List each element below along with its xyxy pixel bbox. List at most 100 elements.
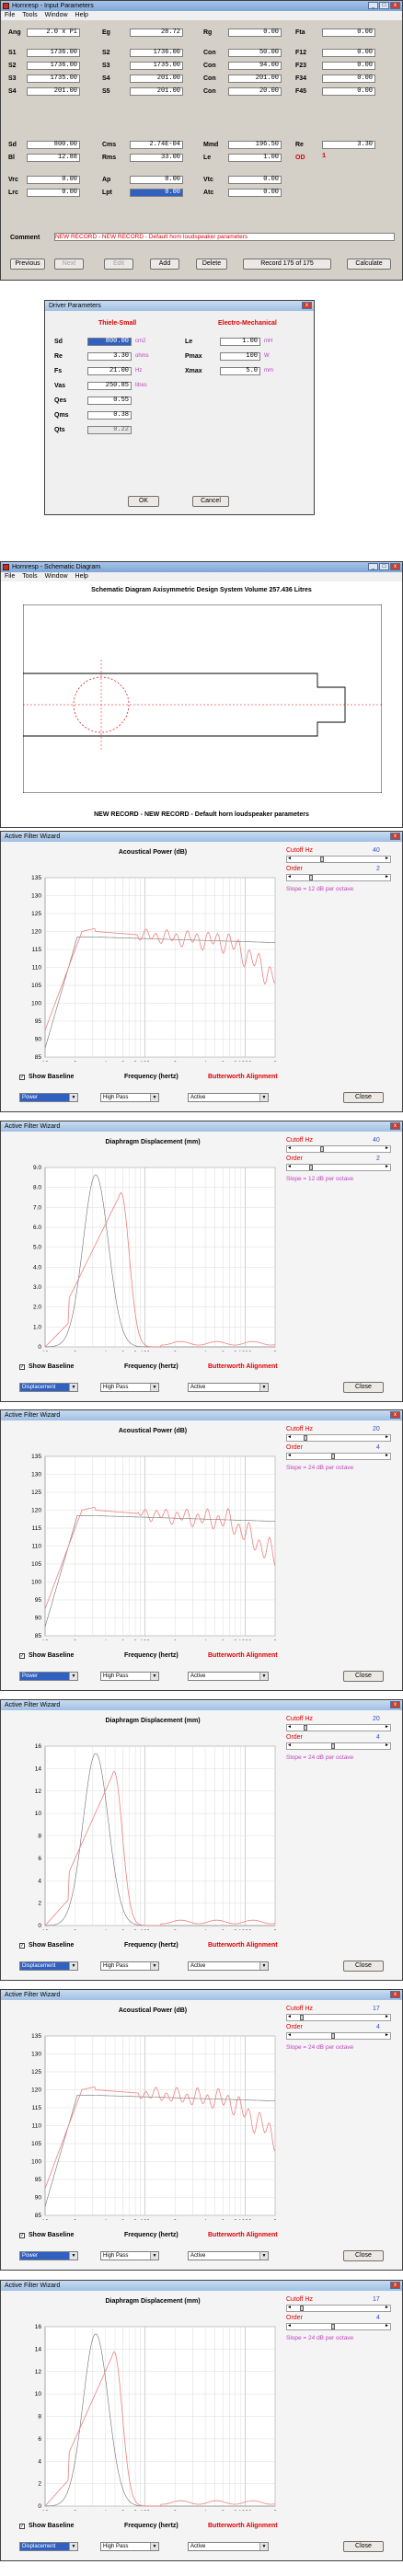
param-field-s2[interactable]: 1736.00 — [130, 49, 183, 57]
active-select[interactable]: Active ▼ — [188, 2251, 269, 2260]
close-button[interactable]: Close — [343, 1671, 384, 1682]
close-icon[interactable]: x — [390, 1991, 400, 1998]
driver-field-xmax[interactable]: 5.0 — [220, 367, 260, 375]
order-slider[interactable]: ◄ ► — [286, 1164, 391, 1171]
pass-select[interactable]: High Pass ▼ — [100, 1093, 159, 1102]
menu-window[interactable]: Window — [45, 572, 68, 581]
close-icon[interactable]: x — [390, 1701, 400, 1708]
menu-help[interactable]: Help — [75, 572, 88, 581]
param-field-s4[interactable]: 201.00 — [27, 87, 80, 96]
mode-select[interactable]: Power ▼ — [19, 2251, 78, 2260]
cutoff-slider[interactable]: ◄ ► — [286, 2305, 391, 2312]
active-select[interactable]: Active ▼ — [188, 1961, 269, 1971]
param-field-od[interactable]: 1 — [322, 154, 375, 162]
pass-select[interactable]: High Pass ▼ — [100, 2542, 159, 2551]
previous-button[interactable]: Previous — [10, 259, 45, 270]
close-button[interactable]: Close — [343, 2541, 384, 2552]
show-baseline-checkbox[interactable]: ✓ — [19, 1364, 25, 1370]
driver-field-qes[interactable]: 0.55 — [87, 397, 132, 405]
order-slider[interactable]: ◄ ► — [286, 1453, 391, 1460]
param-field-atc[interactable]: 0.00 — [228, 189, 282, 197]
pass-select[interactable]: High Pass ▼ — [100, 1383, 159, 1392]
param-field-s2[interactable]: 1736.00 — [27, 62, 80, 70]
param-field-le[interactable]: 1.00 — [228, 154, 282, 162]
driver-field-fs[interactable]: 21.00 — [87, 367, 132, 375]
param-field-s4[interactable]: 201.00 — [130, 75, 183, 83]
param-field-rg[interactable]: 0.00 — [228, 29, 282, 37]
param-field-con[interactable]: 50.00 — [228, 49, 282, 57]
param-field-bl[interactable]: 12.88 — [27, 154, 80, 162]
order-slider[interactable]: ◄ ► — [286, 1742, 391, 1750]
param-field-rms[interactable]: 33.00 — [130, 154, 183, 162]
maximize-icon[interactable]: □ — [379, 2, 389, 9]
param-field-sd[interactable]: 800.00 — [27, 141, 80, 149]
param-field-mmd[interactable]: 196.50 — [228, 141, 282, 149]
param-field-ang[interactable]: 2.0 x Pi — [27, 29, 80, 37]
mode-select[interactable]: Displacement ▼ — [19, 2542, 78, 2551]
param-field-s3[interactable]: 1735.00 — [130, 62, 183, 70]
close-button[interactable]: Close — [343, 1382, 384, 1393]
param-field-lrc[interactable]: 0.00 — [27, 189, 80, 197]
param-field-eg[interactable]: 28.72 — [130, 29, 183, 37]
driver-field-sd[interactable]: 800.00 — [87, 338, 132, 346]
cutoff-slider[interactable]: ◄ ► — [286, 1145, 391, 1153]
close-icon[interactable]: x — [390, 2282, 400, 2289]
driver-field-vas[interactable]: 250.85 — [87, 382, 132, 390]
minimize-icon[interactable]: _ — [368, 2, 378, 9]
menu-file[interactable]: File — [5, 572, 15, 581]
menu-window[interactable]: Window — [45, 11, 68, 20]
cutoff-slider[interactable]: ◄ ► — [286, 1724, 391, 1731]
order-slider[interactable]: ◄ ► — [286, 2323, 391, 2330]
param-field-con[interactable]: 94.00 — [228, 62, 282, 70]
param-field-fta[interactable]: 0.00 — [322, 29, 375, 37]
param-field-vrc[interactable]: 0.00 — [27, 176, 80, 184]
cutoff-slider[interactable]: ◄ ► — [286, 2014, 391, 2021]
menu-help[interactable]: Help — [75, 11, 88, 20]
next-button[interactable]: Next — [54, 259, 84, 270]
close-icon[interactable]: x — [302, 302, 312, 309]
menu-tools[interactable]: Tools — [22, 572, 37, 581]
close-icon[interactable]: x — [390, 1122, 400, 1130]
mode-select[interactable]: Power ▼ — [19, 1093, 78, 1102]
comment-field[interactable]: NEW RECORD - NEW RECORD - Default horn l… — [54, 233, 395, 241]
maximize-icon[interactable]: □ — [379, 563, 389, 570]
mode-select[interactable]: Power ▼ — [19, 1672, 78, 1681]
param-field-lpt[interactable]: 0.00 — [130, 189, 183, 197]
driver-field-qms[interactable]: 0.38 — [87, 411, 132, 420]
param-field-f23[interactable]: 0.00 — [322, 62, 375, 70]
show-baseline-checkbox[interactable]: ✓ — [19, 1653, 25, 1659]
ok-button[interactable]: OK — [128, 496, 159, 507]
pass-select[interactable]: High Pass ▼ — [100, 1961, 159, 1971]
close-icon[interactable]: x — [390, 833, 400, 840]
cutoff-slider[interactable]: ◄ ► — [286, 1434, 391, 1442]
driver-field-qts[interactable]: 0.22 — [87, 426, 132, 434]
menu-file[interactable]: File — [5, 11, 15, 20]
order-slider[interactable]: ◄ ► — [286, 2032, 391, 2040]
param-field-s1[interactable]: 1736.00 — [27, 49, 80, 57]
close-icon[interactable]: x — [390, 1411, 400, 1419]
cancel-button[interactable]: Cancel — [192, 496, 229, 507]
param-field-vtc[interactable]: 0.00 — [228, 176, 282, 184]
active-select[interactable]: Active ▼ — [188, 2542, 269, 2551]
close-icon[interactable]: x — [390, 563, 400, 570]
mode-select[interactable]: Displacement ▼ — [19, 1383, 78, 1392]
active-select[interactable]: Active ▼ — [188, 1383, 269, 1392]
edit-button[interactable]: Edit — [104, 259, 133, 270]
cutoff-slider[interactable]: ◄ ► — [286, 856, 391, 863]
param-field-ap[interactable]: 0.00 — [130, 176, 183, 184]
param-field-f45[interactable]: 0.00 — [322, 87, 375, 96]
param-field-con[interactable]: 201.00 — [228, 75, 282, 83]
param-field-f12[interactable]: 0.00 — [322, 49, 375, 57]
close-button[interactable]: Close — [343, 2250, 384, 2261]
show-baseline-checkbox[interactable]: ✓ — [19, 1075, 25, 1080]
param-field-con[interactable]: 20.00 — [228, 87, 282, 96]
show-baseline-checkbox[interactable]: ✓ — [19, 1943, 25, 1949]
close-button[interactable]: Close — [343, 1092, 384, 1103]
add-button[interactable]: Add — [150, 259, 179, 270]
pass-select[interactable]: High Pass ▼ — [100, 1672, 159, 1681]
close-button[interactable]: Close — [343, 1961, 384, 1972]
delete-button[interactable]: Delete — [196, 259, 227, 270]
active-select[interactable]: Active ▼ — [188, 1672, 269, 1681]
param-field-s5[interactable]: 201.00 — [130, 87, 183, 96]
driver-field-le[interactable]: 1.00 — [220, 338, 260, 346]
